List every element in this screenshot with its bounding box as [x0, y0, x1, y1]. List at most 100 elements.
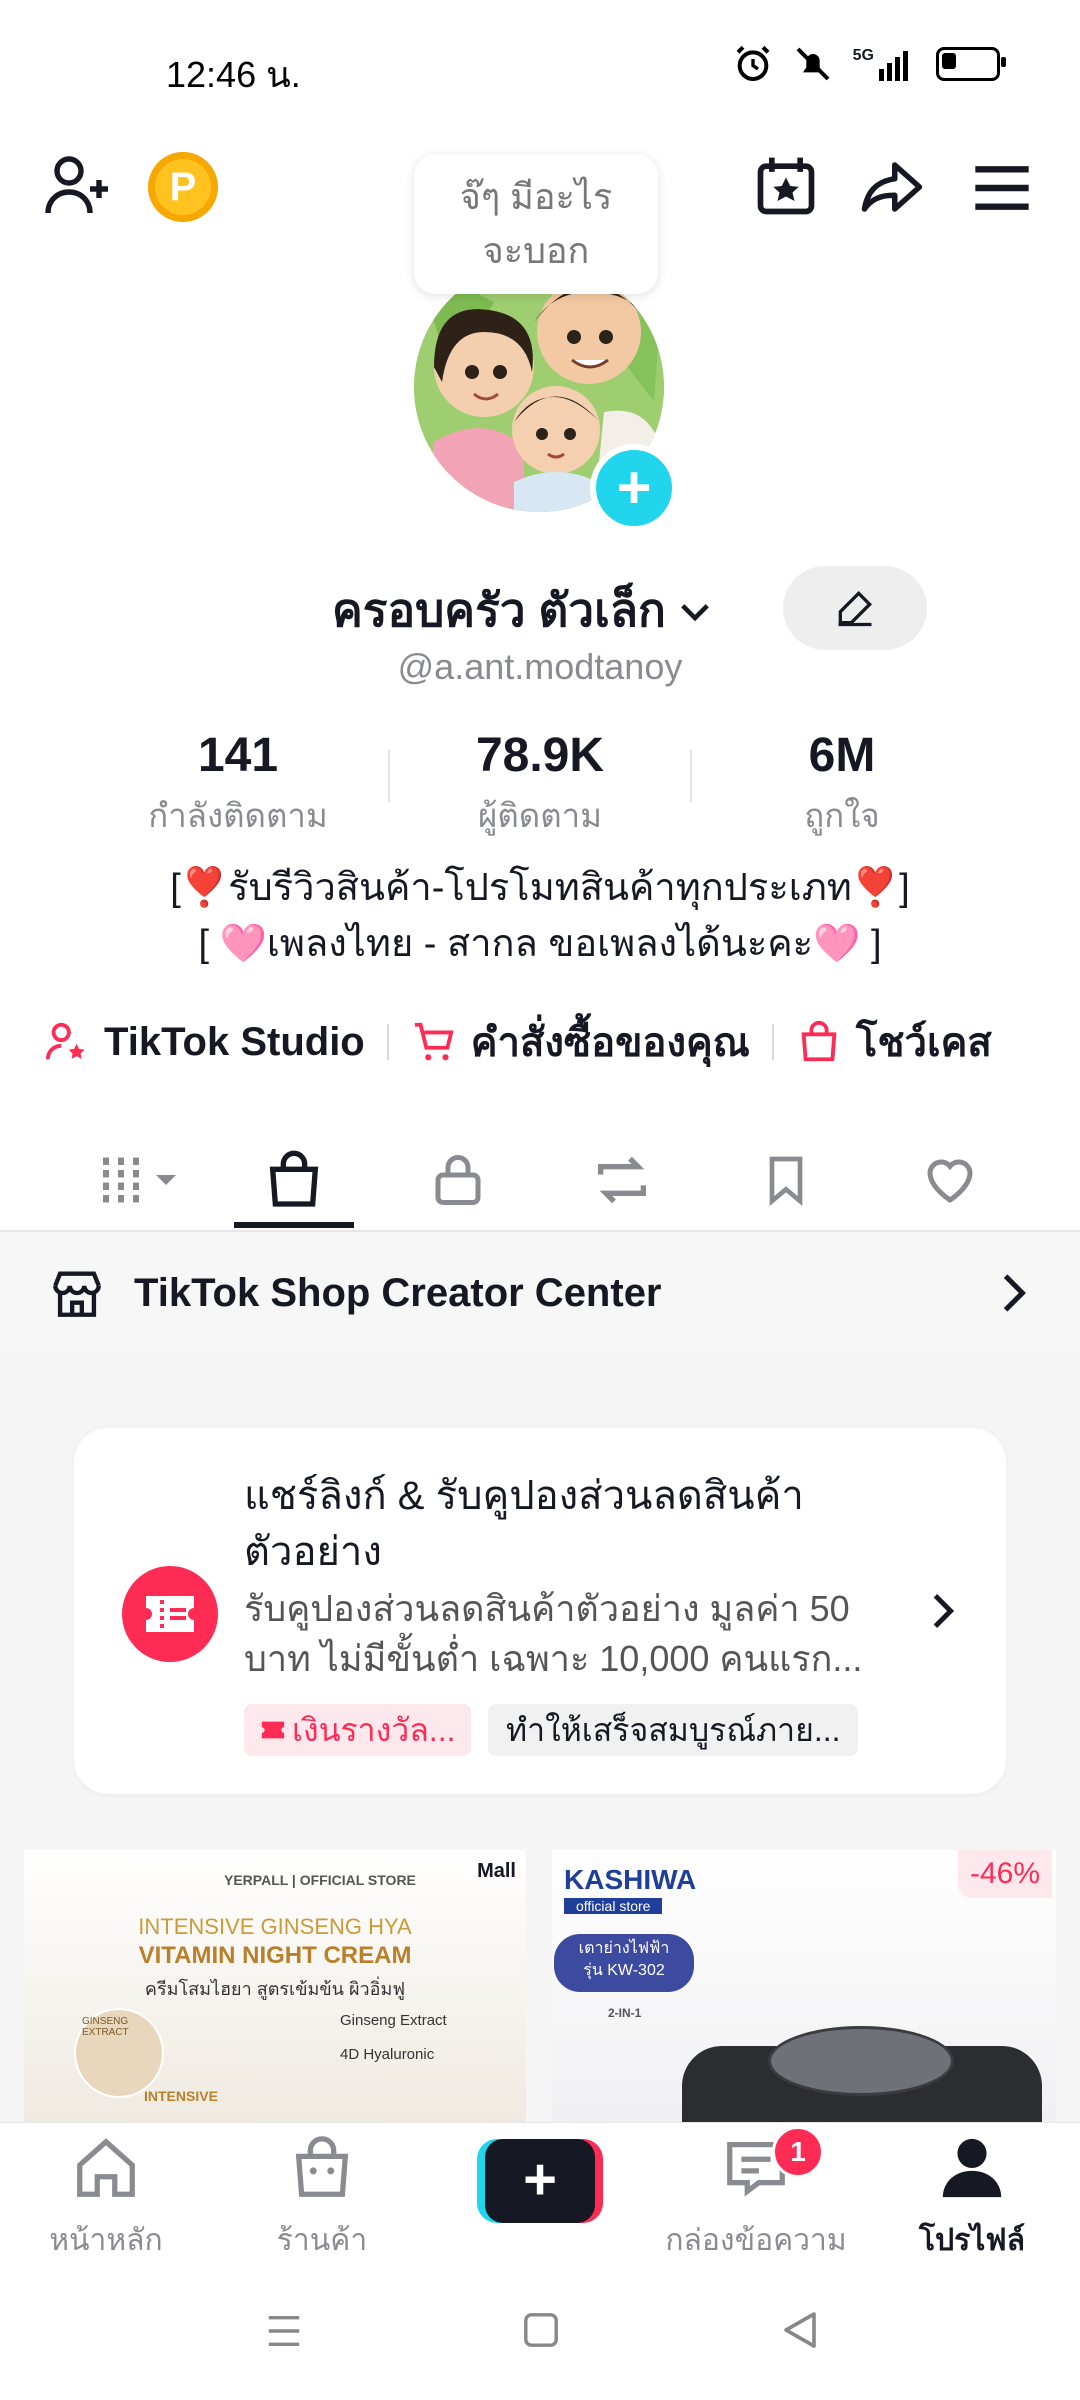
home-icon [77, 2138, 135, 2197]
reward-tag-label: เงินรางวัล... [292, 1711, 456, 1748]
bookmark-icon [769, 1156, 803, 1206]
following-count: 141 [197, 729, 279, 782]
edit-profile-button[interactable] [783, 566, 927, 650]
reward-tag: เงินรางวัล... [244, 1704, 472, 1756]
ginseng-jar-image: GINSENG EXTRACT [74, 2008, 164, 2098]
alarm-icon [736, 45, 770, 81]
shop-bag-icon [269, 1150, 319, 1207]
creator-center-title: TikTok Shop Creator Center [134, 1270, 662, 1315]
product-feature: 2-IN-1 [608, 2006, 642, 2020]
share-icon[interactable] [856, 154, 928, 220]
shop-icon [295, 2136, 349, 2197]
nav-profile-label: โปรไฟล์ [919, 2224, 1025, 2257]
tiktok-studio-label: TikTok Studio [104, 1019, 365, 1064]
lock-icon [435, 1155, 481, 1205]
discount-badge: -46% [957, 1850, 1052, 1898]
nav-home[interactable]: หน้าหลัก [16, 2133, 196, 2264]
mall-badge: Mall [477, 1860, 516, 1882]
nav-inbox-label: กล่องข้อความ [665, 2224, 847, 2257]
nav-inbox[interactable]: กล่องข้อความ [656, 2133, 856, 2264]
bio-line: [❣️รับรีวิวสินค้า-โปรโมทสินค้าทุกประเภท❣… [170, 867, 910, 909]
product-line: INTENSIVE GINSENG HYA [138, 1914, 412, 1939]
active-tab-indicator [234, 1222, 354, 1228]
product-card[interactable]: KASHIWA official store เตาย่างไฟฟ้า รุ่น… [552, 1850, 1056, 2122]
note-bubble-text: จ๊ๆ มีอะไร จะบอก [459, 176, 613, 271]
status-time: 12:46 น. [166, 54, 301, 95]
nav-shop[interactable]: ร้านค้า [232, 2133, 412, 2264]
chevron-right-icon [1003, 1274, 1026, 1312]
product-title: เตาย่างไฟฟ้า [578, 1940, 670, 1957]
chevron-down-icon [681, 603, 709, 621]
bottom-navigation: หน้าหลัก ร้านค้า + กล่องข้อความ โปรไฟล์ [0, 2122, 1080, 2261]
tab-private[interactable] [418, 1140, 498, 1220]
tab-liked[interactable] [910, 1140, 990, 1220]
recent-apps-icon[interactable] [264, 2312, 304, 2350]
grill-lid [768, 2026, 954, 2096]
note-bubble[interactable]: จ๊ๆ มีอะไร จะบอก [414, 154, 658, 294]
following-label: กำลังติดตาม [148, 797, 328, 834]
showcase-label: โชว์เคส [855, 1021, 992, 1065]
chevron-right-icon [933, 1594, 955, 1628]
person-star-icon [45, 1022, 85, 1060]
orders-label: คำสั่งซื้อของคุณ [470, 1021, 750, 1065]
pencil-icon [838, 590, 873, 627]
coupon-icon [122, 1566, 218, 1662]
heart-icon [927, 1159, 973, 1203]
tab-shop[interactable] [254, 1140, 334, 1220]
likes-stat[interactable]: 6M ถูกใจ [692, 728, 992, 842]
system-navigation [0, 2260, 1080, 2400]
coupon-small-icon [261, 1721, 285, 1739]
deadline-tag-label: ทำให้เสร็จสมบูรณ์ภาย... [506, 1711, 841, 1748]
followers-label: ผู้ติดตาม [478, 797, 602, 834]
status-icons: 5G [733, 44, 1006, 84]
tab-reposts[interactable] [582, 1140, 662, 1220]
store-icon [53, 1271, 101, 1317]
cart-icon [414, 1022, 454, 1061]
product-line: VITAMIN NIGHT CREAM [138, 1942, 412, 1969]
product-chip: Ginseng Extract [340, 2012, 447, 2029]
followers-count: 78.9K [475, 729, 605, 782]
promo-card[interactable]: แชร์ลิงก์ & รับคูปองส่วนลดสินค้าตัวอย่าง… [74, 1428, 1006, 1794]
promo-title: แชร์ลิงก์ & รับคูปองส่วนลดสินค้าตัวอย่าง [244, 1474, 804, 1574]
profile-name: ครอบครัว ตัวเล็ก [332, 584, 666, 636]
product-chip: 4D Hyaluronic [340, 2046, 435, 2063]
repost-icon [598, 1156, 646, 1204]
profile-quick-links: TikTok Studio คำสั่งซื้อของคุณ โชว์เคส [44, 1010, 992, 1074]
product-model-pill: เตาย่างไฟฟ้า รุ่น KW-302 [554, 1934, 694, 1992]
product-pack: INTENSIVE [144, 2088, 218, 2104]
showcase-link[interactable]: โชว์เคส [796, 1010, 992, 1074]
nav-shop-label: ร้านค้า [276, 2224, 368, 2257]
nav-create[interactable]: + [450, 2133, 630, 2223]
content-tabs [0, 1120, 1080, 1232]
tab-videos-grid[interactable] [96, 1140, 186, 1220]
link-divider [771, 1024, 774, 1060]
product-card[interactable]: YERPALL | OFFICIAL STORE Mall INTENSIVE … [24, 1850, 526, 2122]
product-brand-sub: official store [564, 1898, 663, 1914]
profile-name-switcher[interactable]: ครอบครัว ตัวเล็ก [332, 574, 716, 647]
coin-icon[interactable]: P [148, 152, 218, 222]
grid-icon [103, 1157, 176, 1203]
orders-link[interactable]: คำสั่งซื้อของคุณ [411, 1010, 750, 1074]
deadline-tag: ทำให้เสร็จสมบูรณ์ภาย... [488, 1704, 859, 1756]
home-button-icon[interactable] [522, 2310, 560, 2350]
profile-bio: [❣️รับรีวิวสินค้า-โปรโมทสินค้าทุกประเภท❣… [0, 860, 1080, 972]
menu-icon[interactable] [970, 160, 1034, 216]
add-friend-icon[interactable] [42, 150, 114, 222]
bag-icon [801, 1020, 837, 1062]
back-icon[interactable] [780, 2310, 820, 2350]
tiktok-studio-link[interactable]: TikTok Studio [44, 1019, 365, 1065]
nav-profile[interactable]: โปรไฟล์ [882, 2133, 1062, 2264]
link-divider [386, 1024, 389, 1060]
product-brand: YERPALL | OFFICIAL STORE [224, 1872, 416, 1888]
product-line: ครีมโสมไฮยา สูตรเข้มข้น ผิวอิ่มฟู [144, 1979, 406, 1999]
calendar-star-icon[interactable] [752, 152, 820, 220]
likes-label: ถูกใจ [804, 797, 880, 834]
following-stat[interactable]: 141 กำลังติดตาม [88, 728, 388, 842]
creator-center-row[interactable]: TikTok Shop Creator Center [0, 1232, 1080, 1354]
add-avatar-plus-button[interactable]: + [590, 444, 678, 532]
followers-stat[interactable]: 78.9K ผู้ติดตาม [390, 728, 690, 842]
tab-favorites[interactable] [746, 1140, 826, 1220]
status-bar: 12:46 น. 5G [0, 0, 1080, 130]
bio-line: [ 🩷เพลงไทย - สากล ขอเพลงได้นะคะ🩷 ] [198, 923, 882, 965]
product-model: รุ่น KW-302 [583, 1962, 665, 1979]
